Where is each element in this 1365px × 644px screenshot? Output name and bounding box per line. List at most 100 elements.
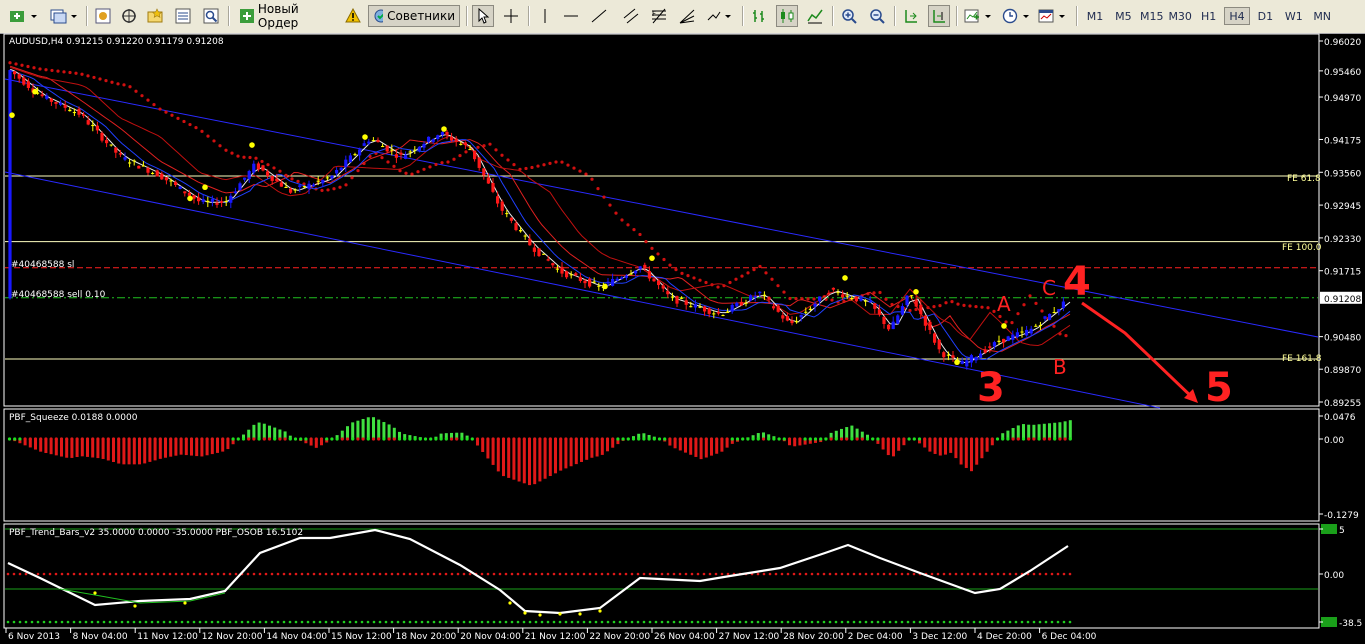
price-panel[interactable] — [3, 33, 1320, 407]
slow-ma-dot — [56, 69, 60, 73]
trend-zero-dot — [360, 572, 364, 576]
strategy-tester-icon[interactable] — [200, 5, 222, 27]
squeeze-dot — [184, 437, 188, 441]
squeeze-dot — [569, 437, 573, 441]
candle-body — [537, 248, 541, 257]
trend-zero-dot — [816, 572, 820, 576]
candle-body — [132, 160, 136, 162]
trend-bottom-dot — [432, 620, 436, 624]
trend-zero-dot — [480, 572, 484, 576]
slow-ma-dot — [1040, 309, 1044, 313]
indicators-icon[interactable] — [962, 5, 996, 27]
point-a-label: A — [997, 292, 1011, 316]
squeeze-bar-up — [1027, 424, 1031, 439]
slow-ma-dot — [548, 161, 552, 165]
new-chart-icon[interactable] — [6, 5, 42, 27]
trend-zero-dot — [54, 572, 58, 576]
fibo-icon[interactable]: F — [648, 5, 670, 27]
crosshair-icon[interactable] — [500, 5, 522, 27]
cursor-icon[interactable] — [472, 5, 494, 27]
squeeze-axis-label: 0.00 — [1324, 436, 1344, 446]
vertical-line-icon[interactable] — [534, 5, 556, 27]
timeframe-m15[interactable]: M15 — [1139, 7, 1165, 25]
trend-zero-dot — [24, 572, 28, 576]
navigator-icon[interactable] — [118, 5, 140, 27]
slow-ma-dot — [992, 309, 996, 313]
slow-ma-dot — [608, 203, 612, 207]
market-watch-icon[interactable] — [92, 5, 114, 27]
slow-ma-dot — [494, 148, 498, 152]
alert-icon[interactable] — [342, 5, 364, 27]
squeeze-dot — [1063, 437, 1067, 441]
candle-body — [1015, 332, 1019, 338]
squeeze-bar-down — [975, 439, 979, 465]
candle-body — [146, 168, 150, 173]
squeeze-dot — [647, 437, 651, 441]
trend-bottom-dot — [648, 620, 652, 624]
timeframe-d1[interactable]: D1 — [1252, 7, 1278, 25]
squeeze-dot — [345, 437, 350, 441]
candle-body — [767, 297, 771, 300]
equidistant-channel-icon[interactable] — [620, 5, 642, 27]
candle-chart-icon[interactable] — [776, 5, 798, 27]
expert-advisors-button[interactable]: Советники — [368, 5, 460, 27]
slow-ma-dot — [182, 119, 186, 124]
slow-ma-dot — [410, 172, 414, 176]
trend-bars-panel[interactable] — [3, 523, 1320, 629]
timeframe-m5[interactable]: M5 — [1110, 7, 1136, 25]
candle-body — [174, 181, 178, 185]
profiles-icon[interactable] — [46, 5, 82, 27]
swing-point — [362, 134, 368, 140]
slow-ma-dot — [242, 155, 246, 159]
slow-ma-dot — [614, 211, 618, 215]
fibo-fan-icon[interactable] — [676, 5, 698, 27]
timeframe-m1[interactable]: M1 — [1082, 7, 1108, 25]
expert-advisors-icon — [374, 9, 384, 23]
trend-bottom-dot — [594, 620, 598, 624]
trend-bottom-dot — [564, 620, 568, 624]
slow-ma-dot — [542, 163, 546, 167]
squeeze-dot — [496, 437, 500, 441]
favorites-icon[interactable] — [144, 5, 166, 27]
squeeze-panel[interactable] — [3, 408, 1320, 522]
trend-zero-dot — [942, 572, 946, 576]
candle-body — [210, 199, 214, 202]
squeeze-bar-down — [938, 439, 942, 456]
squeeze-bar-up — [257, 422, 261, 439]
squeeze-dot — [449, 437, 454, 441]
line-chart-icon[interactable] — [804, 5, 826, 27]
chart-shift-icon[interactable] — [928, 5, 950, 27]
zoom-out-icon[interactable] — [866, 5, 888, 27]
price-axis-label: 0.93560 — [1324, 169, 1361, 179]
trend-bottom-dot — [450, 620, 454, 624]
slow-ma-dot — [452, 157, 456, 161]
chart-window[interactable]: 0.96020 0.95460 0.94970 0.94175 0.93560 0.929… — [0, 33, 1365, 644]
candle-body — [647, 271, 651, 279]
slow-ma-dot — [158, 107, 162, 111]
templates-icon[interactable] — [1036, 5, 1070, 27]
horizontal-line-icon[interactable] — [560, 5, 582, 27]
bar-chart-icon[interactable] — [748, 5, 770, 27]
new-order-button[interactable]: Новый Ордер — [234, 2, 342, 30]
timeframe-mn[interactable]: MN — [1309, 7, 1335, 25]
trend-bottom-dot — [792, 620, 796, 624]
squeeze-bar-down — [959, 439, 963, 465]
squeeze-dot — [959, 437, 963, 441]
squeeze-dot — [335, 437, 339, 441]
periods-icon[interactable] — [1000, 5, 1034, 27]
trend-bottom-dot — [318, 620, 322, 624]
squeeze-dot — [481, 437, 485, 441]
zoom-in-icon[interactable] — [838, 5, 860, 27]
candle-body — [933, 333, 937, 343]
time-axis-label: 18 Nov 20:00 — [396, 632, 457, 642]
data-window-icon[interactable] — [172, 5, 194, 27]
trendline-icon[interactable] — [588, 5, 610, 27]
slow-ma-dot — [1022, 303, 1026, 307]
arrows-icon[interactable] — [704, 5, 736, 27]
autoscroll-icon[interactable] — [900, 5, 922, 27]
timeframe-w1[interactable]: W1 — [1281, 7, 1307, 25]
timeframe-h4[interactable]: H4 — [1224, 7, 1250, 25]
timeframe-h1[interactable]: H1 — [1196, 7, 1222, 25]
timeframe-m30[interactable]: M30 — [1167, 7, 1193, 25]
squeeze-dot — [1021, 437, 1026, 441]
